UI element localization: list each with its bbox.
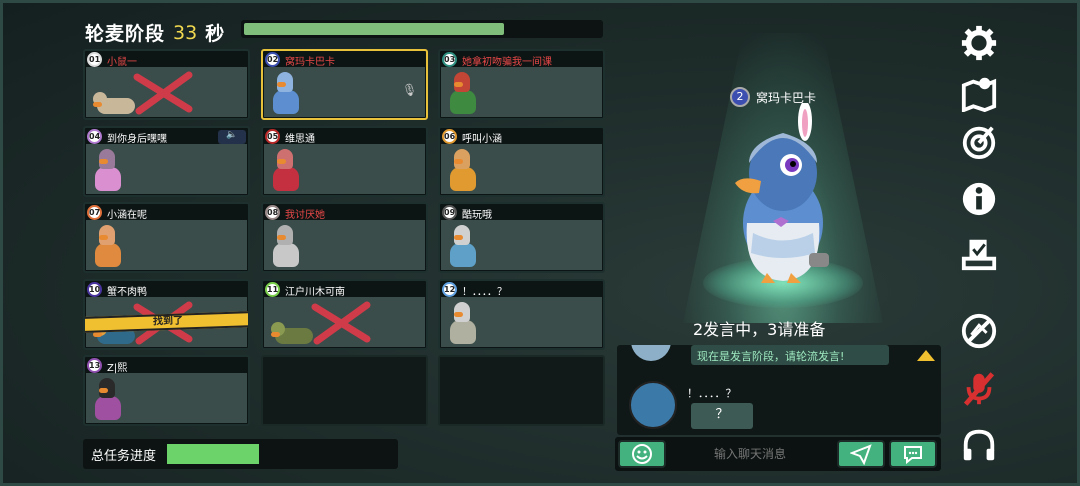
goose-avatar [93,225,123,267]
player-card[interactable]: 03 她拿初吻骗我一间课 [438,49,605,120]
goose-avatar [448,225,478,267]
dead-cross-icon [133,71,193,115]
chat-avatar-system [631,345,671,361]
player-name: 窝玛卡巴卡 [285,57,335,68]
player-number-badge: 06 [442,129,457,144]
chat-avatar [629,381,677,429]
chat-sender-name: ！．．．．？ [687,387,737,400]
headphones-icon [963,429,995,461]
phase-timer-fill [244,23,504,35]
player-card[interactable]: 01 小鼠一 [83,49,250,120]
player-card[interactable]: 10 蟹不肉鸭 找到了 [83,279,250,350]
player-name: 呼叫小涵 [462,134,502,145]
task-progress-bar [167,444,259,464]
chat-message-bubble: ？ [691,403,753,429]
mic-off-icon [963,372,995,406]
chat-input[interactable] [669,444,831,464]
smile-icon [632,444,652,464]
speaking-goose-avatar [735,103,829,283]
info-button[interactable] [956,179,1002,219]
emoji-button[interactable] [618,440,666,468]
player-card[interactable]: 07 小涵在呢 [83,202,250,273]
player-name: 江户川木可南 [285,287,345,298]
player-name: 我讨厌她 [285,210,325,221]
no-report-icon [961,313,997,349]
player-card[interactable]: 09 酷玩哦 [438,202,605,273]
goose-avatar [271,72,301,114]
gear-icon [961,25,997,61]
task-progress: 总任务进度 [83,439,398,469]
speaker-icon: 🔈 [218,130,246,144]
task-progress-label: 总任务进度 [91,449,157,464]
chat-scroll-up-icon[interactable] [917,350,935,361]
target-button[interactable] [956,121,1002,161]
goose-avatar [271,225,301,267]
info-icon [962,182,996,216]
player-name: 维思通 [285,134,315,145]
vote-icon [961,239,997,271]
player-card[interactable]: 08 我讨厌她 [261,202,428,273]
player-number-badge: 12 [442,282,457,297]
empty-player-slot [261,355,428,426]
chat-panel[interactable]: 现在是发言阶段，请轮流发言! ！．．．．？ ？ [617,345,941,435]
chat-bubble-icon [904,446,922,465]
player-number-badge: 05 [265,129,280,144]
player-number-badge: 08 [265,205,280,220]
phase-title: 轮麦阶段 [85,23,166,45]
map-button[interactable] [956,73,1002,113]
player-card[interactable]: 04 到你身后嘿嘿 🔈 [83,126,250,197]
dead-cross-icon [311,301,371,345]
player-name: 到你身后嘿嘿 [107,134,167,145]
player-card[interactable]: 02 窝玛卡巴卡 🎙 [261,49,428,120]
goose-avatar [448,72,478,114]
player-number-badge: 13 [87,358,102,373]
goose-avatar [93,149,123,191]
player-card[interactable]: 05 维思通 [261,126,428,197]
settings-button[interactable] [956,23,1002,63]
player-name: ！．．．．？ [462,287,507,298]
player-name: Z|熙 [107,363,128,374]
player-card[interactable]: 13 Z|熙 [83,355,250,426]
player-number-badge: 10 [87,282,102,297]
player-name: 她拿初吻骗我一间课 [462,57,552,68]
player-grid: 01 小鼠一 02 窝玛卡巴卡 🎙 03 她拿初吻骗我一间课 04 到你身后嘿嘿 🔈 05 维思通 06… [83,49,607,427]
goose-avatar [448,302,478,344]
report-disabled-button[interactable] [956,311,1002,351]
game-screen: { "header": {"phase_label": "轮麦阶段", "sec… [0,0,1080,486]
player-name: 蟹不肉鸭 [107,287,147,298]
player-number-badge: 07 [87,205,102,220]
phase-timer-bar [241,20,603,38]
countdown-seconds: 33 [173,21,198,44]
mic-toggle-button[interactable] [956,369,1002,409]
player-number-badge: 01 [87,52,102,67]
goose-avatar [93,378,123,420]
target-icon [962,126,996,160]
send-button[interactable] [837,440,885,468]
microphone-icon: 🎙 [402,83,418,97]
player-card[interactable]: 12 ！．．．．？ [438,279,605,350]
vote-button[interactable] [956,233,1002,273]
player-card[interactable]: 11 江户川木可南 [261,279,428,350]
goose-avatar [271,149,301,191]
player-number-badge: 04 [87,129,102,144]
phase-header: 轮麦阶段 33 秒 [85,19,224,46]
player-name: 小涵在呢 [107,210,147,221]
audio-button[interactable] [956,425,1002,465]
player-number-badge: 02 [265,52,280,67]
map-icon [961,77,997,112]
player-number-badge: 03 [442,52,457,67]
empty-player-slot [438,355,605,426]
player-card[interactable]: 06 呼叫小涵 [438,126,605,197]
chat-system-message: 现在是发言阶段，请轮流发言! [691,345,889,365]
quick-chat-button[interactable] [889,440,937,468]
chat-input-row [615,437,941,471]
countdown-unit: 秒 [205,23,225,45]
player-name: 酷玩哦 [462,210,492,221]
player-number-badge: 11 [265,282,280,297]
send-icon [849,444,872,466]
goose-avatar [448,149,478,191]
player-number-badge: 09 [442,205,457,220]
player-name: 小鼠一 [107,57,137,68]
speaking-status: 2发言中，3请准备 [693,320,826,339]
